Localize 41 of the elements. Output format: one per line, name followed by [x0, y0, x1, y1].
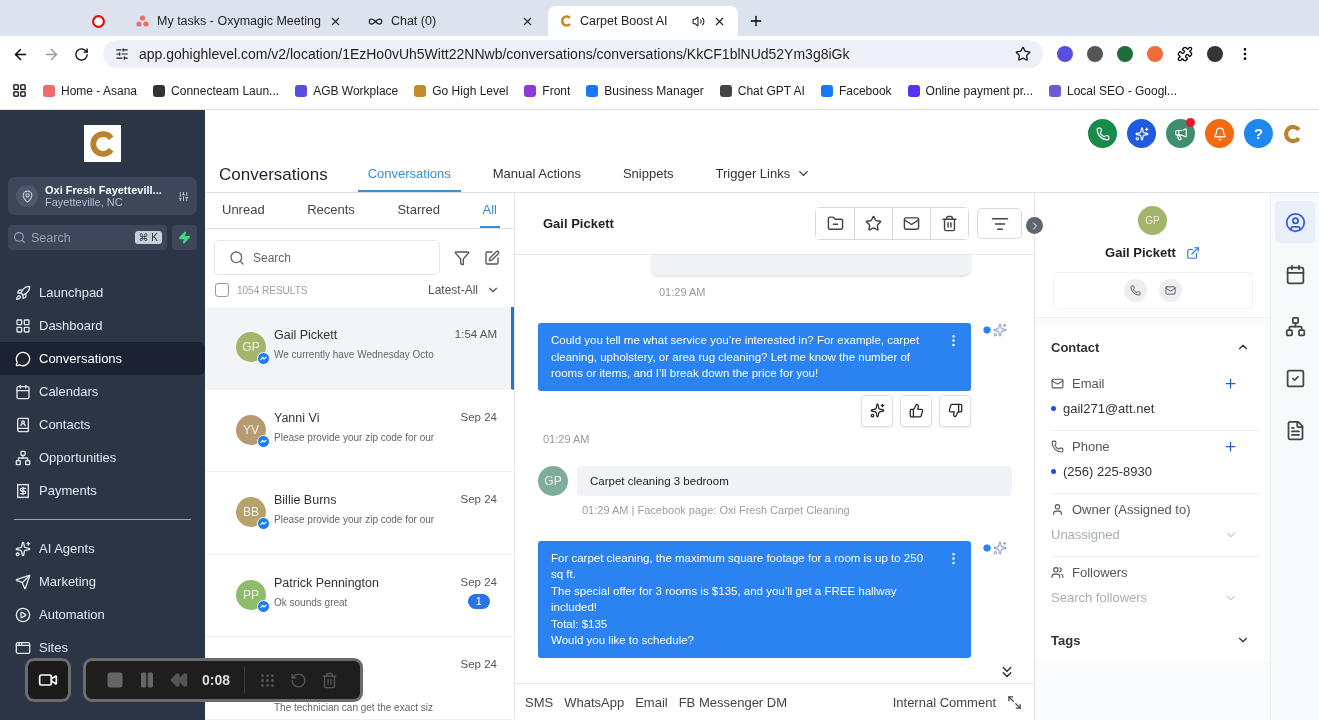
field-label: Phone: [1072, 439, 1111, 454]
message-preview: Please provide your zip code for our: [274, 431, 436, 443]
message-time: 1:54 AM: [454, 328, 497, 341]
message-time: 01:29 AM: [543, 432, 591, 445]
results-count: 1054 RESULTS: [237, 284, 309, 296]
shortcut-key: ⌘ K: [134, 231, 162, 244]
message-time: 01:29 AM: [659, 286, 707, 298]
contact-name: Yanni Vi: [274, 410, 321, 426]
message-preview: The technician can get the exact siz: [274, 702, 434, 714]
field-value: gail271@att.net: [1063, 401, 1155, 416]
outgoing-message: Could you tell me what service you’re interested in? For example, carpet cleaning, upholstery, or area rug cleaning? Let me know the number of rooms or items, and I’ll break down the price for you!: [538, 323, 971, 391]
message-preview: Ok sounds great: [274, 596, 349, 608]
message-time: Sep 24: [460, 493, 497, 506]
incoming-message: Carpet cleaning 3 bedroom: [577, 465, 1012, 496]
contact-name: Billie Burns: [274, 493, 338, 509]
avatar: YV: [236, 414, 266, 445]
avatar: GP: [236, 332, 266, 363]
field-value: (256) 225-8930: [1063, 464, 1152, 479]
location-city: Fayetteville, NC: [45, 196, 124, 208]
contact-name: Gail Pickett: [543, 216, 615, 231]
recording-time: 0:08: [202, 672, 231, 688]
field-label: Email: [1072, 376, 1106, 391]
message-time: Sep 24: [460, 410, 497, 423]
location-name: Oxi Fresh Fayettevill...: [45, 184, 163, 196]
message-meta: 01:29 AM | Facebook page: Oxi Fresh Carpet Cleaning: [582, 503, 851, 516]
avatar: BB: [236, 497, 266, 528]
message-preview: We currently have Wednesday Octo: [274, 349, 435, 361]
avatar: GP: [538, 465, 568, 496]
field-label: Followers: [1072, 565, 1129, 580]
contact-name: Gail Pickett: [274, 328, 339, 344]
avatar: PP: [236, 579, 266, 610]
unread-count: 1: [468, 593, 490, 609]
message-time: Sep 24: [460, 658, 497, 671]
avatar: GP: [1138, 206, 1167, 235]
message-preview: Please provide your zip code for our: [274, 514, 436, 526]
contact-name: Gail Pickett: [1105, 245, 1176, 260]
page-title: Conversations: [219, 164, 328, 185]
field-label: Owner (Assigned to): [1072, 502, 1192, 517]
outgoing-message: For carpet cleaning, the maximum square footage for a room is up to 250 sq ft. The special offer for 3 rooms is $135, and you’ll get a FREE hallway included! Total: $135 Would you like to schedule?: [538, 540, 971, 658]
contact-name: Patrick Pennington: [274, 575, 380, 591]
message-time: Sep 24: [460, 575, 497, 588]
